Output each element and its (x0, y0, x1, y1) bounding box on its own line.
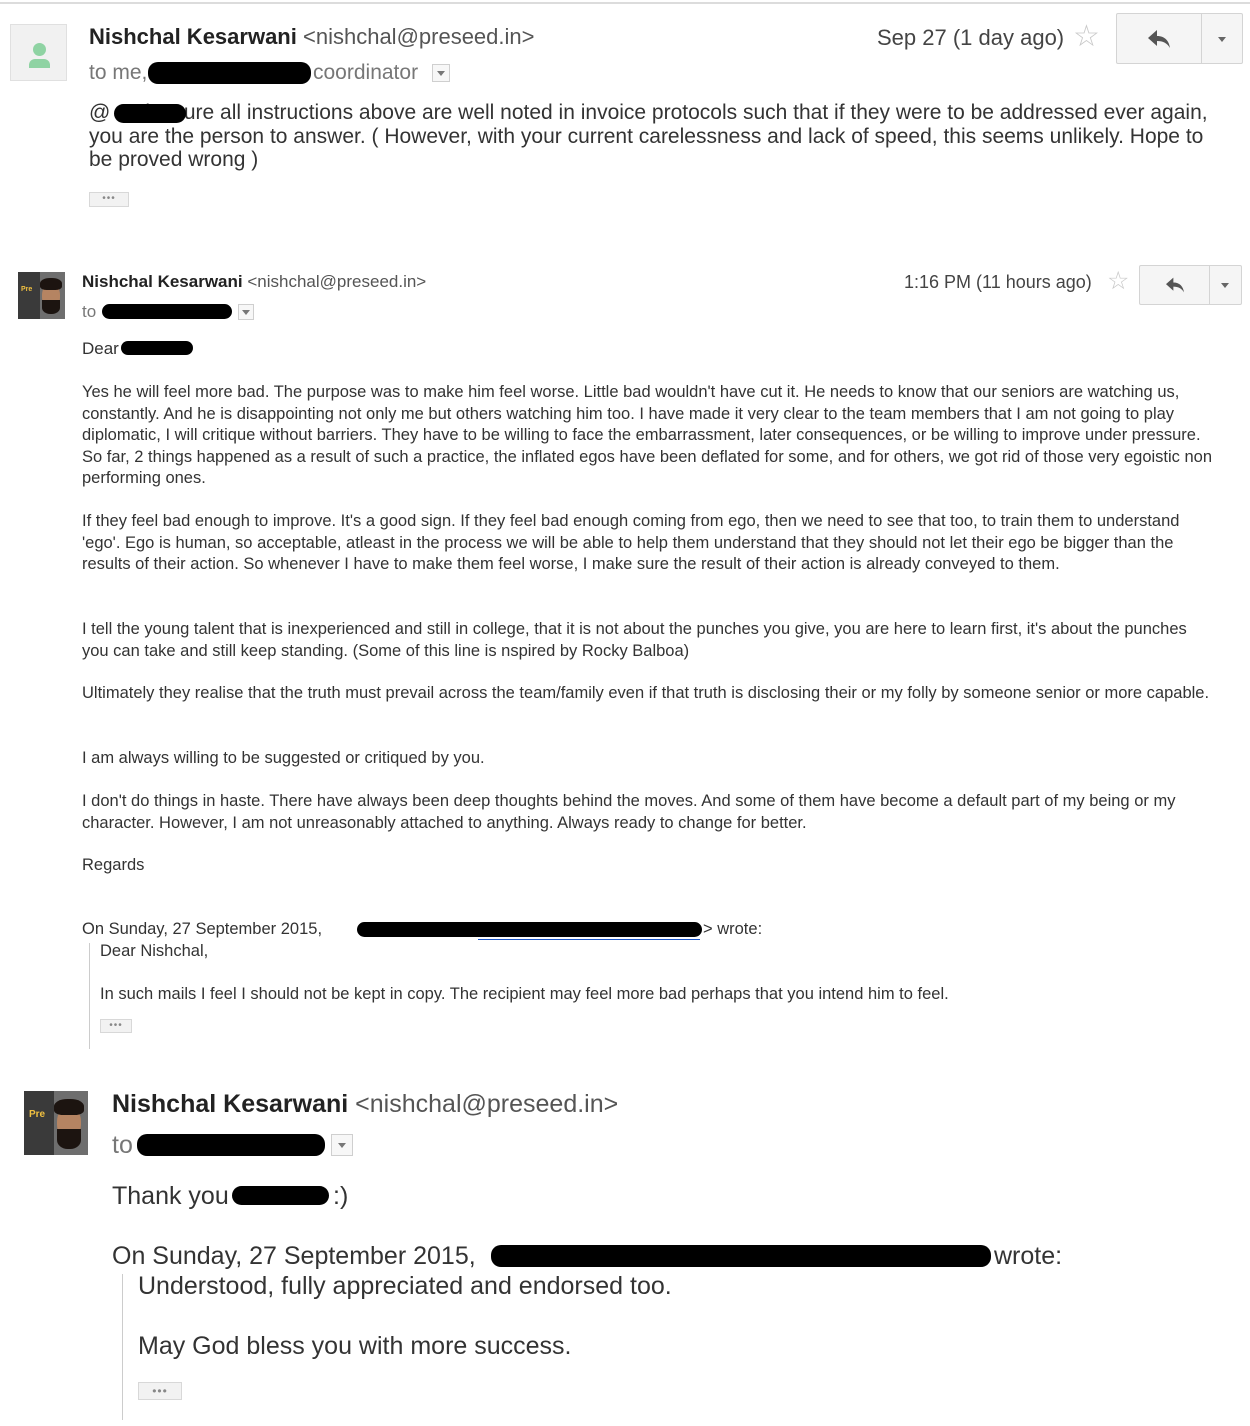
person-icon (33, 43, 46, 56)
show-trimmed-content-button[interactable]: ••• (100, 1019, 132, 1033)
show-details-dropdown[interactable] (432, 64, 450, 82)
quoted-line-2: May God bless you with more success. (138, 1332, 572, 1360)
body-paragraph-3: I tell the young talent that is inexperi… (82, 620, 1187, 660)
sender-name[interactable]: Nishchal Kesarwani (82, 272, 243, 291)
greeting: Dear (82, 339, 119, 358)
show-details-dropdown[interactable] (238, 304, 254, 320)
sender-name[interactable]: Nishchal Kesarwani (112, 1090, 348, 1118)
redacted-mention (114, 104, 186, 123)
show-trimmed-content-button[interactable]: ••• (138, 1382, 182, 1400)
reply-arrow-icon (1148, 29, 1170, 48)
message-body: @ make sure all instructions above are w… (89, 101, 1208, 171)
thanks-text: Thank you (112, 1182, 229, 1210)
body-paragraph-4: Ultimately they realise that the truth m… (82, 684, 1210, 702)
quoted-greeting: Dear Nishchal, (100, 942, 209, 960)
body-paragraph-6: I don't do things in haste. There have a… (82, 792, 1176, 832)
avatar-sign-text: Pre (21, 286, 33, 293)
beard-shape (42, 300, 60, 314)
star-icon[interactable]: ☆ (1107, 269, 1129, 294)
reply-arrow-icon (1165, 277, 1184, 293)
message-date[interactable]: 1:16 PM (11 hours ago) (904, 272, 1092, 293)
hair-shape (54, 1099, 84, 1115)
redacted-recipient (137, 1134, 325, 1156)
redacted-greeting-name (121, 341, 193, 355)
sender-email: <nishchal@preseed.in> (247, 272, 427, 291)
message-date[interactable]: Sep 27 (1 day ago) (877, 25, 1064, 51)
avatar-background-sign (18, 272, 40, 319)
reply-button[interactable] (1117, 14, 1202, 63)
quote-bar (89, 943, 90, 1049)
quote-header-suffix: wrote: (994, 1242, 1063, 1270)
sender-line: Nishchal Kesarwani <nishchal@preseed.in> (82, 272, 426, 292)
quoted-line-1: Understood, fully appreciated and endors… (138, 1272, 672, 1300)
person-body-shape (29, 59, 50, 68)
quoted-text: In such mails I feel I should not be kep… (100, 985, 949, 1003)
reply-button-group (1139, 265, 1242, 305)
redacted-quote-sender (357, 922, 702, 937)
sender-avatar[interactable]: Pre (24, 1091, 88, 1155)
recipients-prefix: to (82, 302, 97, 321)
sender-avatar[interactable] (10, 24, 67, 81)
recipients-line: to me, (89, 61, 147, 85)
show-trimmed-content-button[interactable]: ••• (89, 192, 129, 207)
reply-button-group (1116, 13, 1243, 64)
sender-email: <nishchal@preseed.in> (355, 1090, 619, 1118)
recipients-suffix: coordinator (313, 61, 419, 84)
signoff: Regards (82, 856, 145, 874)
body-paragraph-1: Yes he will feel more bad. The purpose w… (82, 383, 1213, 487)
redacted-recipient (102, 304, 232, 319)
beard-shape (57, 1129, 81, 1149)
quote-bar (122, 1274, 123, 1420)
quote-header: On Sunday, 27 September 2015, (112, 1242, 476, 1270)
star-icon[interactable]: ☆ (1073, 22, 1100, 52)
recipients-prefix: to (112, 1131, 133, 1159)
sender-name[interactable]: Nishchal Kesarwani (89, 24, 297, 49)
sender-email: <nishchal@preseed.in> (303, 24, 535, 49)
show-details-dropdown[interactable] (331, 1134, 353, 1156)
avatar-sign-text: Pre (29, 1109, 46, 1120)
top-divider (0, 2, 1250, 4)
quote-sender-link-underline (478, 939, 700, 940)
recipients-prefix: to me, (89, 61, 148, 84)
hair-shape (40, 278, 62, 290)
redacted-recipient (148, 62, 311, 84)
body-paragraph-2: If they feel bad enough to improve. It's… (82, 512, 1180, 573)
more-options-button[interactable] (1202, 14, 1242, 63)
redacted-thanks-name (232, 1186, 329, 1205)
sender-line: Nishchal Kesarwani <nishchal@preseed.in> (89, 24, 534, 50)
body-paragraph-5: I am always willing to be suggested or c… (82, 749, 485, 767)
sender-avatar[interactable]: Pre (18, 272, 65, 319)
thanks-smiley: :) (333, 1182, 349, 1210)
quote-header: On Sunday, 27 September 2015, (82, 920, 323, 938)
reply-button[interactable] (1140, 266, 1210, 304)
sender-line: Nishchal Kesarwani <nishchal@preseed.in> (112, 1090, 618, 1119)
avatar-background-sign (24, 1091, 54, 1155)
quote-header-suffix: > wrote: (703, 920, 763, 938)
redacted-quote-sender (491, 1245, 991, 1267)
more-options-button[interactable] (1209, 266, 1241, 304)
